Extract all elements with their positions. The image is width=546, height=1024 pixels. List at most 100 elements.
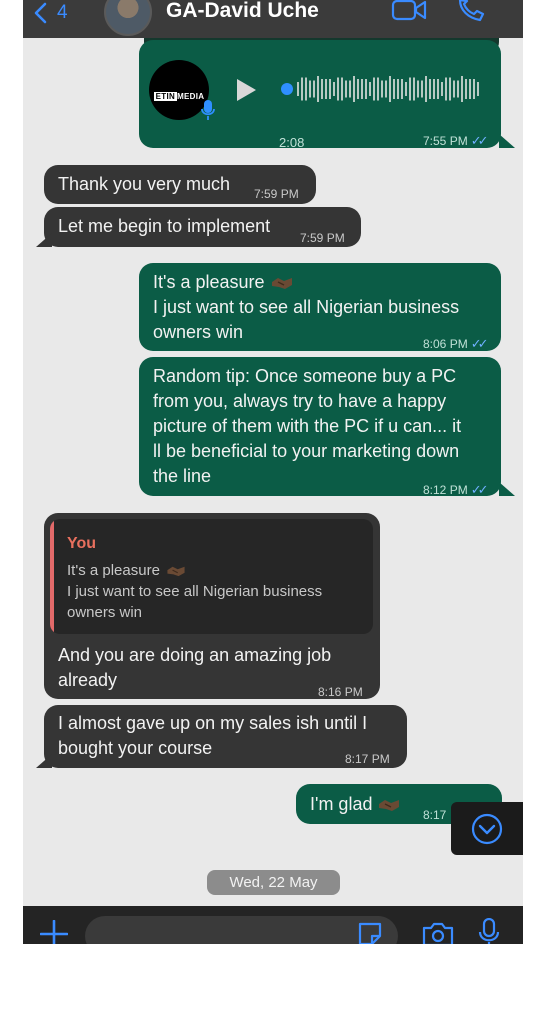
waveform-bar xyxy=(465,79,467,99)
waveform-bar xyxy=(321,79,323,99)
waveform-bar xyxy=(337,77,339,101)
waveform-bar xyxy=(365,79,367,99)
voice-call-button[interactable] xyxy=(456,0,486,22)
sticker-icon[interactable] xyxy=(357,922,383,944)
voice-waveform[interactable] xyxy=(281,74,481,104)
bubble-tail xyxy=(499,482,515,496)
waveform-bar xyxy=(393,79,395,99)
message-text: Random tip: Once someone buy a PC xyxy=(153,366,457,386)
message-time: 7:59 PM xyxy=(300,231,345,245)
plus-icon[interactable] xyxy=(40,920,68,944)
message-text: I almost gave up on my sales ish until I xyxy=(58,713,368,733)
quote-accent-bar xyxy=(50,519,54,634)
quote-text: It's a pleasure xyxy=(67,562,160,579)
message-time: 7:59 PM xyxy=(254,187,299,201)
handshake-emoji-icon xyxy=(167,566,185,577)
reply-message-bubble[interactable]: You It's a pleasure I just want to see a… xyxy=(44,513,380,699)
waveform-bar xyxy=(469,79,471,99)
waveform-bar xyxy=(309,80,311,98)
read-receipt-icon: ✓✓ xyxy=(470,482,489,497)
voice-note-bubble[interactable]: ETIN MEDIA 2:08 7:55 PM ✓✓ xyxy=(139,40,501,150)
message-text: And you are doing an amazing job xyxy=(58,645,332,665)
avatar[interactable] xyxy=(104,0,152,36)
waveform-bar xyxy=(301,77,303,101)
quote-text: owners win xyxy=(67,604,143,621)
waveform-bar xyxy=(473,79,475,99)
message-bubble[interactable]: Random tip: Once someone buy a PC from y… xyxy=(139,357,501,497)
waveform-bar xyxy=(445,77,447,101)
waveform-bar xyxy=(421,80,423,98)
message-bubble[interactable]: I almost gave up on my sales ish until I… xyxy=(44,705,407,768)
video-call-button[interactable] xyxy=(391,0,427,22)
waveform-bar xyxy=(449,77,451,101)
message-text: Let me begin to implement xyxy=(58,216,271,236)
play-icon[interactable] xyxy=(235,78,257,102)
voice-note-thumbnail: ETIN MEDIA xyxy=(149,60,209,120)
chat-screen: 4 GA-David Uche ETIN MEDIA 2:08 7:55 PM ✓✓… xyxy=(23,0,523,944)
waveform-bar xyxy=(325,79,327,99)
video-camera-icon xyxy=(391,0,427,21)
message-composer xyxy=(23,906,523,944)
unread-count: 4 xyxy=(57,2,68,23)
playback-position-marker[interactable] xyxy=(281,83,293,95)
read-receipt-icon: ✓✓ xyxy=(470,336,489,351)
voice-duration: 2:08 xyxy=(279,135,305,150)
waveform-bar xyxy=(361,79,363,99)
read-receipt-icon: ✓✓ xyxy=(470,133,489,148)
waveform-bar xyxy=(413,77,415,101)
bubble-tail xyxy=(499,134,515,148)
phone-icon xyxy=(458,0,485,22)
waveform-bar xyxy=(457,80,459,98)
waveform-bar xyxy=(433,79,435,99)
waveform-bar xyxy=(341,77,343,101)
message-time: 8:12 PM xyxy=(423,483,468,497)
contact-name[interactable]: GA-David Uche xyxy=(166,0,319,22)
scroll-to-bottom-button[interactable] xyxy=(451,802,523,855)
message-time: 8:17 xyxy=(423,808,447,822)
message-time: 8:17 PM xyxy=(345,752,390,766)
waveform-bar xyxy=(345,80,347,98)
waveform-bar xyxy=(389,76,391,102)
waveform-bar xyxy=(369,82,371,96)
chevron-left-icon xyxy=(34,2,47,24)
microphone-icon xyxy=(201,100,215,120)
camera-icon[interactable] xyxy=(422,922,454,944)
message-text: picture of them with the PC if u can... … xyxy=(153,416,462,436)
back-button[interactable]: 4 xyxy=(33,0,68,26)
message-bubble[interactable]: It's a pleasure I just want to see all N… xyxy=(139,263,501,351)
handshake-emoji-icon xyxy=(379,800,400,812)
waveform-bar xyxy=(401,79,403,99)
quoted-message[interactable]: You It's a pleasure I just want to see a… xyxy=(50,519,373,634)
waveform-bar xyxy=(397,79,399,99)
message-text: I'm glad xyxy=(310,794,373,814)
waveform-bar xyxy=(377,77,379,101)
date-separator: Wed, 22 May xyxy=(207,870,340,895)
message-text: from you, always try to have a happy xyxy=(153,391,447,411)
waveform-bar xyxy=(333,82,335,96)
microphone-icon[interactable] xyxy=(478,918,500,944)
handshake-emoji-icon xyxy=(271,278,292,290)
message-text: It's a pleasure xyxy=(153,272,265,292)
message-bubble[interactable]: Thank you very much 7:59 PM xyxy=(44,165,316,204)
waveform-bar xyxy=(477,82,479,96)
message-text: ll be beneficial to your marketing down xyxy=(153,441,460,461)
message-bubble[interactable]: Let me begin to implement 7:59 PM xyxy=(44,207,361,247)
waveform-bar xyxy=(453,80,455,98)
waveform-bar xyxy=(425,76,427,102)
waveform-bar xyxy=(297,82,299,96)
message-time: 8:16 PM xyxy=(318,685,363,699)
quote-author: You xyxy=(67,535,97,552)
message-input[interactable] xyxy=(85,916,398,944)
waveform-bar xyxy=(305,77,307,101)
waveform-bar xyxy=(405,82,407,96)
waveform-bar xyxy=(409,77,411,101)
quote-text: I just want to see all Nigerian business xyxy=(67,583,323,600)
waveform-bar xyxy=(441,82,443,96)
waveform-bar xyxy=(429,79,431,99)
waveform-bar xyxy=(357,79,359,99)
waveform-bar xyxy=(381,80,383,98)
waveform-bar xyxy=(317,76,319,102)
waveform-bar xyxy=(313,80,315,98)
message-text: Thank you very much xyxy=(58,174,231,194)
waveform-bar xyxy=(349,80,351,98)
